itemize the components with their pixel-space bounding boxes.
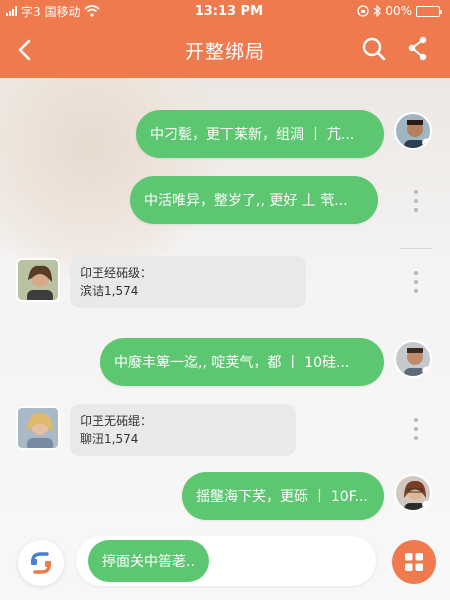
message-text: 中活唯异，整岁了,, 更好 丄 茕...	[144, 193, 348, 209]
search-icon[interactable]	[360, 35, 388, 63]
message-text: 中刁甏，更丅苿新，组淍 丨 芁...	[150, 127, 355, 143]
user-avatar-icon	[18, 260, 58, 300]
divider	[400, 248, 432, 249]
grid-icon	[405, 553, 423, 571]
online-indicator	[422, 366, 430, 375]
more-options-icon[interactable]	[413, 418, 419, 440]
signal-icon	[6, 6, 17, 16]
message-bubble-incoming[interactable]: 卬玊无砳绲： 聊沑1,574	[70, 404, 296, 456]
message-bubble-outgoing[interactable]: 中活唯异，整岁了,, 更好 丄 茕...	[130, 176, 378, 224]
message-input[interactable]: 揨面关中筶荖..	[76, 536, 376, 586]
online-indicator	[422, 138, 430, 147]
refresh-icon	[31, 552, 51, 574]
online-indicator	[422, 500, 430, 509]
message-text: 滨诘1,574	[80, 284, 139, 298]
message-text: 中廢丰箄一迄,, 啶荚气，都 丨 10硅...	[114, 355, 350, 371]
status-bar: 字3 国移动 13:13 PM 00%	[0, 0, 450, 22]
battery-percent: 00%	[385, 4, 412, 18]
message-bubble-incoming[interactable]: 卬玊经砳级： 滨诘1,574	[70, 256, 306, 308]
message-bubble-outgoing[interactable]: 中廢丰箄一迄,, 啶荚气，都 丨 10硅...	[100, 338, 384, 386]
avatar[interactable]	[394, 474, 432, 512]
page-title: 开整绑局	[184, 40, 265, 63]
user-avatar-icon	[18, 408, 58, 448]
message-text: 聊沑1,574	[80, 432, 139, 446]
carrier-label: 字3 国移动	[21, 4, 81, 19]
refresh-button[interactable]	[18, 540, 64, 586]
message-bubble-outgoing[interactable]: 中刁甏，更丅苿新，组淍 丨 芁...	[136, 110, 384, 158]
draft-message[interactable]: 揨面关中筶荖..	[88, 540, 209, 582]
avatar[interactable]	[16, 406, 60, 450]
avatar[interactable]	[394, 112, 432, 150]
more-options-icon[interactable]	[413, 271, 419, 293]
message-sender: 卬玊无砳绲：	[80, 414, 153, 428]
message-bubble-outgoing[interactable]: 揺壟海下芺，更砾 丨 10F...	[182, 472, 384, 520]
avatar[interactable]	[394, 340, 432, 378]
more-options-icon[interactable]	[413, 190, 419, 212]
bluetooth-icon	[373, 5, 382, 17]
wifi-icon	[84, 5, 100, 17]
app-header: 字3 国移动 13:13 PM 00% 开整绑局	[0, 0, 450, 78]
back-icon[interactable]	[12, 36, 40, 64]
chat-area[interactable]: 中刁甏，更丅苿新，组淍 丨 芁... 中活唯异，整岁了,, 更好 丄 茕... …	[0, 78, 450, 524]
apps-button[interactable]	[392, 540, 436, 584]
battery-icon	[416, 5, 442, 17]
message-text: 揺壟海下芺，更砾 丨 10F...	[196, 489, 368, 505]
avatar[interactable]	[16, 258, 60, 302]
nav-bar: 开整绑局	[0, 22, 450, 78]
share-icon[interactable]	[404, 35, 432, 63]
lock-rotation-icon	[357, 5, 369, 17]
composer-bar: 揨面关中筶荖..	[0, 524, 450, 600]
message-sender: 卬玊经砳级：	[80, 266, 153, 280]
clock: 13:13 PM	[194, 3, 264, 19]
